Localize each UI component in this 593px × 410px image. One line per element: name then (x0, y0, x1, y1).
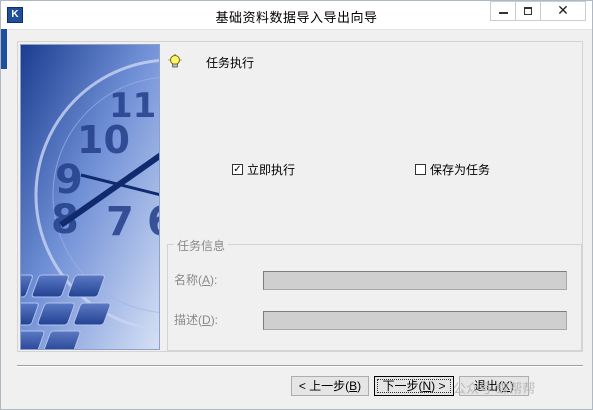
button-separator (17, 365, 583, 367)
wizard-side-image: 11 10 9 8 7 6 (20, 44, 160, 350)
lightbulb-icon (168, 54, 182, 68)
next-button-label: 下一步 (382, 379, 419, 393)
name-input[interactable] (263, 271, 567, 290)
task-info-group (167, 244, 582, 351)
maximize-button[interactable] (515, 1, 541, 21)
title-bar[interactable]: K 基础资料数据导入导出向导 ✕ (1, 1, 592, 30)
close-icon: ✕ (557, 3, 569, 19)
back-button[interactable]: < 上一步(B) (291, 376, 369, 396)
description-label-accel: D (202, 313, 211, 327)
run-now-check-mark[interactable]: ✓ (232, 164, 243, 175)
back-button-accel: B (349, 379, 358, 393)
description-input[interactable] (263, 311, 567, 330)
next-button-accel: N (422, 379, 432, 393)
task-info-legend: 任务信息 (174, 237, 229, 254)
minimize-icon (499, 12, 508, 14)
next-button-suffix: > (435, 379, 446, 393)
run-now-label: 立即执行 (247, 163, 296, 177)
clock-keyboard-illustration: 11 10 9 8 7 6 (21, 45, 160, 349)
back-button-label: < 上一步 (298, 379, 346, 393)
svg-text:10: 10 (77, 118, 130, 162)
description-field-label: 描述(D): (174, 313, 219, 327)
maximize-icon (524, 7, 532, 15)
wizard-window: K 基础资料数据导入导出向导 ✕ 11 10 9 7 任务执行 ✓ 立即执行 保… (0, 0, 593, 410)
run-now-checkbox[interactable]: ✓ 立即执行 (232, 161, 295, 178)
close-button[interactable]: ✕ (540, 1, 586, 21)
save-as-task-checkbox[interactable]: 保存为任务 (415, 161, 490, 178)
svg-text:7: 7 (106, 199, 134, 245)
minimize-button[interactable] (490, 1, 516, 21)
name-label-text: 名称 (174, 273, 199, 287)
save-as-task-check-box[interactable] (415, 164, 426, 175)
watermark-text: 公众号·蝶帮帮 (453, 381, 536, 396)
name-label-accel: A (202, 273, 211, 287)
background-window-edge (1, 29, 7, 69)
description-label-text: 描述 (174, 313, 199, 327)
next-button[interactable]: 下一步(N) > (374, 376, 454, 396)
step-heading: 任务执行 (206, 56, 255, 70)
name-field-label: 名称(A): (174, 273, 218, 287)
svg-text:6: 6 (147, 199, 160, 245)
save-as-task-label: 保存为任务 (430, 163, 491, 177)
